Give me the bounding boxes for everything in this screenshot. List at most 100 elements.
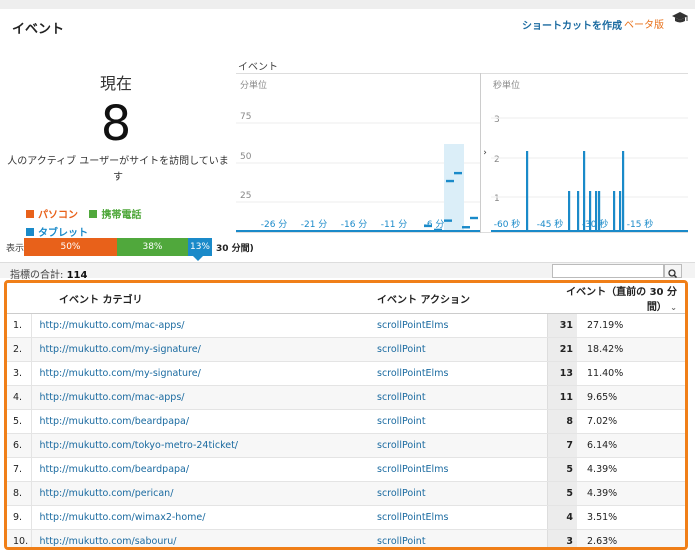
- per-second-x-tick: -60 秒: [494, 218, 521, 230]
- row-category-link[interactable]: http://mukutto.com/perican/: [31, 481, 371, 506]
- row-category-link[interactable]: http://mukutto.com/beardpapa/: [31, 457, 371, 482]
- per-minute-bar: [446, 179, 454, 183]
- device-bar-prefix: 表示: [6, 244, 25, 254]
- row-action-link[interactable]: scrollPointElms: [371, 313, 547, 338]
- per-second-bar: [622, 151, 625, 231]
- header-event-action[interactable]: イベント アクション: [371, 283, 547, 314]
- table-row: 4. http://mukutto.com/mac-apps/scrollPoin…: [7, 385, 685, 410]
- per-minute-y-tick: 75: [240, 112, 251, 122]
- device-bar-mobile: 38%: [117, 238, 188, 256]
- row-event-count: 5: [546, 481, 577, 506]
- row-index: 10.: [7, 529, 32, 547]
- row-action-link[interactable]: scrollPoint: [371, 481, 547, 506]
- events-table: イベント カテゴリ イベント アクション イベント（直前の 30 分間） ⌄ 1…: [7, 283, 685, 547]
- page-header: イベント ショートカットを作成 ベータ版: [0, 9, 695, 43]
- row-category-link[interactable]: http://mukutto.com/mac-apps/: [31, 385, 371, 410]
- table-row: 5. http://mukutto.com/beardpapa/scrollPoi…: [7, 409, 685, 434]
- events-table-container: イベント カテゴリ イベント アクション イベント（直前の 30 分間） ⌄ 1…: [4, 280, 688, 550]
- row-index: 9.: [7, 505, 32, 530]
- device-bar-tablet: 13%: [188, 238, 212, 256]
- row-category-link[interactable]: http://mukutto.com/my-signature/: [31, 337, 371, 362]
- row-category-link[interactable]: http://mukutto.com/my-signature/: [31, 361, 371, 386]
- header-events[interactable]: イベント（直前の 30 分間） ⌄: [547, 283, 685, 314]
- header-index: [7, 283, 31, 314]
- per-second-x-tick: -30 秒: [582, 218, 609, 230]
- row-category-link[interactable]: http://mukutto.com/sabouru/: [31, 529, 371, 547]
- header-events-label: イベント（直前の 30 分間）: [566, 287, 677, 313]
- table-row: 10. http://mukutto.com/sabouru/scrollPoin…: [7, 529, 685, 547]
- sort-chevron-icon[interactable]: ⌄: [670, 303, 677, 312]
- table-row: 8. http://mukutto.com/perican/scrollPoint…: [7, 481, 685, 506]
- chart-toggle-button[interactable]: ›: [480, 144, 490, 162]
- row-index: 4.: [7, 385, 32, 410]
- active-users-description: 人のアクティブ ユーザーがサイトを訪問していま す: [7, 156, 229, 183]
- table-search-input[interactable]: [552, 264, 664, 278]
- row-category-link[interactable]: http://mukutto.com/mac-apps/: [31, 313, 371, 338]
- header-event-category[interactable]: イベント カテゴリ: [31, 283, 371, 314]
- per-minute-bar: [454, 171, 462, 175]
- row-action-link[interactable]: scrollPoint: [371, 409, 547, 434]
- row-action-link[interactable]: scrollPointElms: [371, 361, 547, 386]
- per-second-bar: [619, 191, 622, 231]
- graduation-cap-icon[interactable]: [672, 12, 688, 24]
- row-index: 2.: [7, 337, 32, 362]
- per-second-bar: [568, 191, 571, 231]
- row-index: 6.: [7, 433, 32, 458]
- device-legend: パソコン 携帯電話 タブレット: [26, 206, 149, 239]
- table-row: 7. http://mukutto.com/beardpapa/scrollPoi…: [7, 457, 685, 482]
- row-event-count: 11: [546, 385, 577, 410]
- legend-mobile: 携帯電話: [89, 206, 141, 221]
- row-action-link[interactable]: scrollPoint: [371, 433, 547, 458]
- row-event-count: 3: [546, 529, 577, 547]
- per-minute-y-tick: 50: [240, 152, 252, 162]
- top-strip: [0, 0, 695, 9]
- row-action-link[interactable]: scrollPointElms: [371, 505, 547, 530]
- row-index: 1.: [7, 313, 32, 338]
- table-row: 2. http://mukutto.com/my-signature/scroll…: [7, 337, 685, 362]
- realtime-charts: 分単位 75 50 25 -26 分 -21 分 -16 分 -11 分 -6 分 秒単位 3 2 1 -…: [236, 79, 688, 232]
- row-event-count: 5: [546, 457, 577, 482]
- per-minute-x-tick: -21 分: [301, 219, 328, 230]
- legend-swatch-mobile: [89, 209, 98, 218]
- per-second-bar: [577, 191, 580, 231]
- row-event-percent: 11.40%: [577, 361, 685, 386]
- page-title: イベント: [12, 22, 65, 37]
- per-minute-y-tick: 25: [240, 191, 251, 201]
- row-event-percent: 3.51%: [577, 505, 685, 530]
- row-category-link[interactable]: http://mukutto.com/tokyo-metro-24ticket/: [31, 433, 371, 458]
- create-shortcut-link[interactable]: ショートカットを作成: [522, 17, 622, 32]
- active-users-count: 8: [100, 96, 132, 152]
- row-action-link[interactable]: scrollPoint: [371, 337, 547, 362]
- row-index: 8.: [7, 481, 32, 506]
- per-second-y-tick: 2: [494, 155, 500, 165]
- row-index: 5.: [7, 409, 32, 434]
- row-action-link[interactable]: scrollPoint: [371, 385, 547, 410]
- row-category-link[interactable]: http://mukutto.com/wimax2-home/: [31, 505, 371, 530]
- device-share-bar: 50% 38% 13%: [24, 238, 212, 256]
- per-minute-bar: [470, 216, 478, 220]
- per-second-bar: [613, 191, 616, 231]
- per-second-y-tick: 3: [494, 115, 500, 125]
- per-minute-highlight: [444, 144, 464, 232]
- row-event-count: 7: [546, 433, 577, 458]
- per-second-bar: [526, 151, 529, 231]
- legend-label-tablet: タブレット: [38, 228, 88, 239]
- per-second-y-tick: 1: [494, 194, 500, 204]
- row-index: 7.: [7, 457, 32, 482]
- table-row: 1. http://mukutto.com/mac-apps/scrollPoin…: [7, 313, 685, 338]
- beta-link[interactable]: ベータ版: [624, 16, 664, 31]
- per-minute-x-tick: -16 分: [341, 219, 368, 230]
- legend-tablet: タブレット: [26, 224, 88, 239]
- per-minute-x-tick: -6 分: [424, 219, 445, 230]
- per-minute-x-tick: -26 分: [261, 219, 288, 230]
- row-category-link[interactable]: http://mukutto.com/beardpapa/: [31, 409, 371, 434]
- charts-area: 分単位 75 50 25 -26 分 -21 分 -16 分 -11 分 -6 分 秒単位 3 2 1 -…: [236, 73, 688, 233]
- table-header-row: イベント カテゴリ イベント アクション イベント（直前の 30 分間） ⌄: [7, 283, 685, 314]
- per-minute-label: 分単位: [240, 79, 267, 91]
- per-second-label: 秒単位: [493, 79, 520, 91]
- legend-swatch-tablet: [26, 227, 34, 236]
- search-icon[interactable]: [664, 264, 682, 279]
- table-row: 9. http://mukutto.com/wimax2-home/scrollP…: [7, 505, 685, 530]
- row-action-link[interactable]: scrollPointElms: [371, 457, 547, 482]
- row-action-link[interactable]: scrollPoint: [371, 529, 547, 547]
